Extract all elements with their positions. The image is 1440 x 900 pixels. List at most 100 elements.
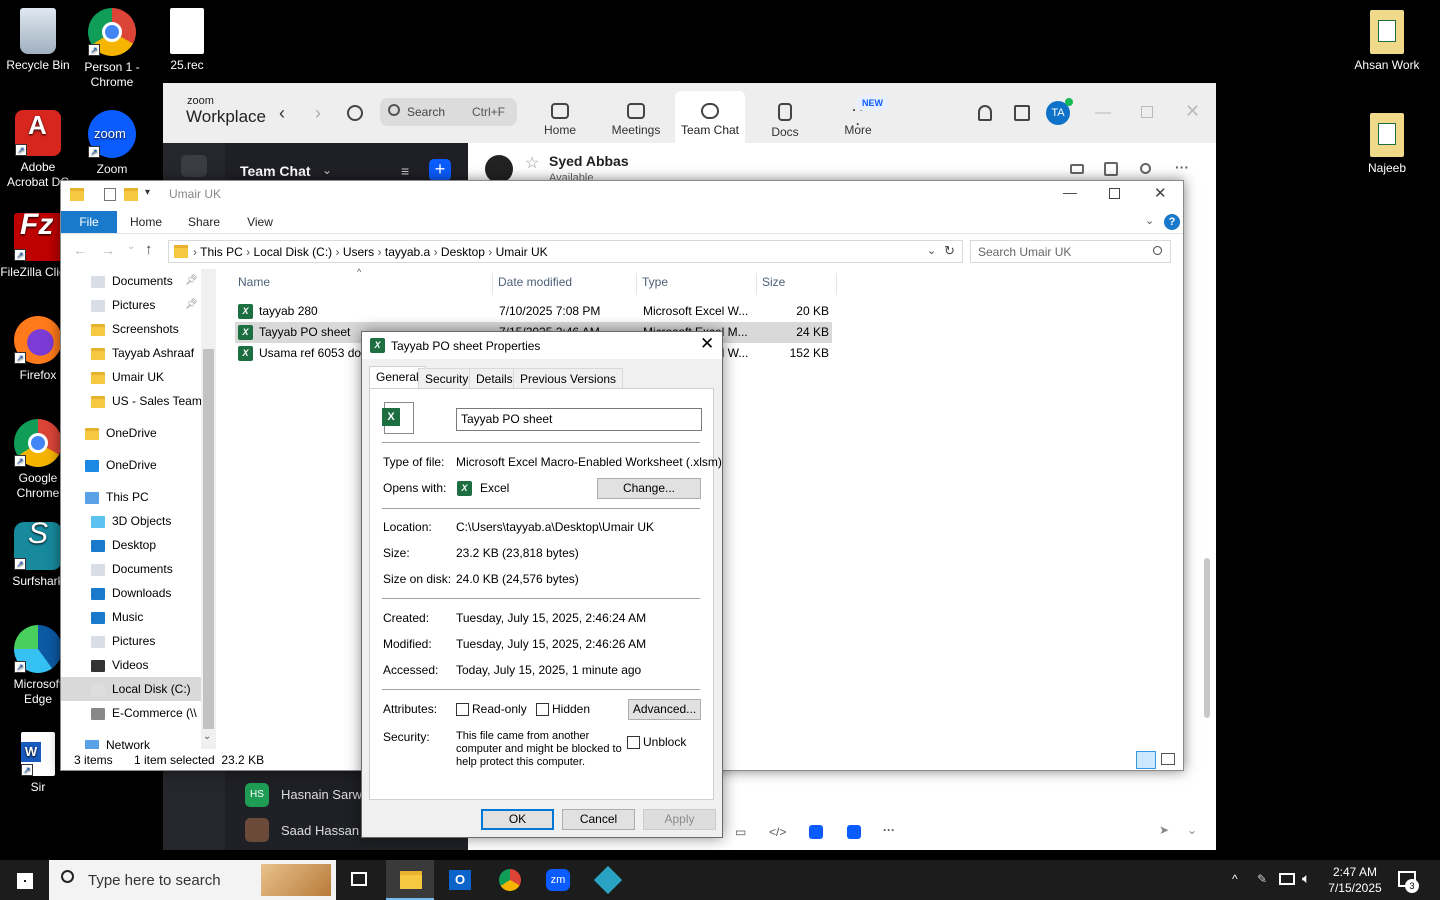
ribbon-view-tab[interactable]: View [237, 211, 283, 233]
large-icons-view-icon[interactable] [1161, 753, 1175, 765]
refresh-icon[interactable]: ↻ [944, 243, 955, 259]
minimize-icon[interactable]: — [1063, 184, 1077, 200]
file-row[interactable]: X tayyab 280 7/10/2025 7:08 PM Microsoft… [235, 301, 832, 322]
breadcrumb-item[interactable]: This PC [200, 245, 243, 259]
forward-arrow-icon[interactable]: → [101, 242, 115, 258]
column-divider[interactable] [492, 273, 493, 295]
taskbar-search[interactable]: Type here to search [49, 860, 336, 900]
share-screen-icon[interactable] [1104, 162, 1118, 176]
taskbar-chrome[interactable] [486, 860, 534, 900]
new-chat-button[interactable]: + [429, 159, 451, 181]
hidden-checkbox[interactable]: Hidden [536, 702, 590, 717]
new-folder-quick-icon[interactable] [124, 188, 138, 201]
star-icon[interactable]: ☆ [525, 153, 539, 173]
back-arrow-icon[interactable]: ‹ [279, 103, 285, 124]
nav-item[interactable]: Pictures 📌︎ [61, 293, 198, 317]
unblock-checkbox[interactable]: Unblock [627, 735, 686, 750]
tab-team-chat[interactable]: Team Chat [675, 91, 745, 143]
ribbon-expand-icon[interactable]: ⌄ [1145, 214, 1154, 227]
recent-dropdown-icon[interactable]: ⌄ [127, 241, 135, 252]
nav-scrollbar-thumb[interactable] [203, 349, 214, 729]
chevron-down-icon[interactable]: ⌄ [322, 163, 332, 177]
column-header-name[interactable]: Name [238, 275, 270, 289]
breadcrumb-item[interactable]: Desktop [441, 245, 485, 259]
tab-security[interactable]: Security [418, 368, 476, 389]
breadcrumb-separator-icon[interactable]: › [430, 245, 441, 259]
chrome-person1-desktop-icon[interactable]: ↗ Person 1 - Chrome [74, 8, 150, 90]
nav-item[interactable]: OneDrive [61, 421, 157, 445]
nav-item[interactable]: Downloads [61, 581, 171, 605]
properties-quick-icon[interactable] [104, 188, 116, 201]
nav-item[interactable]: Videos [61, 653, 148, 677]
taskbar-app[interactable] [584, 860, 632, 900]
explorer-search-box[interactable]: Search Umair UK [970, 240, 1171, 263]
ribbon-file-tab[interactable]: File [61, 211, 117, 233]
nav-item[interactable]: Umair UK [61, 365, 164, 389]
chat-rail-icon[interactable] [181, 155, 207, 177]
chat-list-item[interactable]: Saad Hassan [281, 823, 359, 838]
nav-item[interactable]: Tayyab Ashraaf [61, 341, 194, 365]
breadcrumb-item[interactable]: tayyab.a [385, 245, 430, 259]
column-header-date[interactable]: Date modified [498, 275, 572, 289]
nav-item[interactable]: Screenshots [61, 317, 179, 341]
address-bar[interactable]: › This PC › Local Disk (C:) › Users › ta… [168, 240, 963, 263]
ribbon-share-tab[interactable]: Share [179, 211, 229, 233]
forward-arrow-icon[interactable]: › [315, 103, 321, 124]
volume-icon[interactable]: 🔈︎ [1302, 870, 1310, 887]
more-dots-icon[interactable]: ··· [883, 823, 895, 837]
breadcrumb-separator-icon[interactable]: › [243, 245, 254, 259]
nav-item[interactable]: 3D Objects [61, 509, 171, 533]
taskbar-outlook[interactable]: O [436, 860, 484, 900]
address-dropdown-icon[interactable]: ⌄ [927, 244, 936, 257]
column-divider[interactable] [756, 273, 757, 295]
chevron-down-icon[interactable]: ⌄ [1187, 823, 1197, 837]
details-view-icon[interactable] [1136, 751, 1156, 769]
column-divider[interactable] [836, 273, 837, 295]
close-icon[interactable]: ✕ [700, 334, 714, 354]
ribbon-home-tab[interactable]: Home [123, 211, 169, 233]
nav-item[interactable]: Desktop [61, 533, 156, 557]
rec-file-desktop-icon[interactable]: 25.rec [149, 8, 225, 73]
breadcrumb-separator-icon[interactable]: › [485, 245, 496, 259]
scroll-down-icon[interactable]: ⌄ [203, 731, 211, 742]
ok-button[interactable]: OK [481, 809, 554, 830]
show-hidden-icons-chevron[interactable]: ^ [1232, 872, 1238, 886]
back-arrow-icon[interactable]: ← [73, 242, 87, 258]
nav-item[interactable]: Documents 📌︎ [61, 269, 198, 293]
more-dots-icon[interactable]: ··· [1175, 159, 1189, 175]
nav-item[interactable]: Documents [61, 557, 173, 581]
advanced-button[interactable]: Advanced... [628, 699, 701, 720]
breadcrumb-item[interactable]: Users [343, 245, 374, 259]
tab-home[interactable]: Home [525, 91, 595, 143]
maximize-icon[interactable] [1141, 106, 1153, 118]
docs-app-icon[interactable] [847, 825, 861, 839]
qat-dropdown-icon[interactable]: ▾ [145, 187, 150, 198]
cancel-button[interactable]: Cancel [562, 809, 635, 830]
apply-button[interactable]: Apply [643, 809, 716, 830]
zoom-scrollbar[interactable] [1204, 558, 1210, 718]
nav-item[interactable]: US - Sales Team [61, 389, 202, 413]
nav-item[interactable]: OneDrive [61, 453, 157, 477]
nav-item[interactable]: Network [61, 733, 150, 749]
nav-scrollbar[interactable]: ⌄ [201, 269, 216, 749]
bell-icon[interactable] [978, 105, 992, 121]
network-icon[interactable] [1279, 873, 1295, 885]
column-header-type[interactable]: Type [642, 275, 668, 289]
zoom-app-icon[interactable] [809, 825, 823, 839]
nav-item[interactable]: E-Commerce (\\ [61, 701, 197, 725]
nav-item[interactable]: This PC [61, 485, 149, 509]
tab-previous-versions[interactable]: Previous Versions [513, 368, 624, 389]
acrobat-desktop-icon[interactable]: A ↗ Adobe Acrobat DC [0, 110, 76, 190]
readonly-checkbox[interactable]: Read-only [456, 702, 527, 717]
filename-input[interactable]: Tayyab PO sheet [456, 408, 702, 431]
column-divider[interactable] [636, 273, 637, 295]
nav-item[interactable]: Music [61, 605, 143, 629]
chat-list-item[interactable]: Hasnain Sarwar [281, 787, 374, 802]
breadcrumb-separator-icon[interactable]: › [374, 245, 385, 259]
send-icon[interactable]: ➤ [1159, 823, 1169, 837]
search-icon[interactable] [1140, 163, 1151, 174]
task-view-button[interactable] [336, 860, 384, 900]
recycle-bin-desktop-icon[interactable]: Recycle Bin [0, 8, 76, 73]
breadcrumb-item[interactable]: Local Disk (C:) [253, 245, 332, 259]
maximize-icon[interactable] [1109, 188, 1120, 199]
